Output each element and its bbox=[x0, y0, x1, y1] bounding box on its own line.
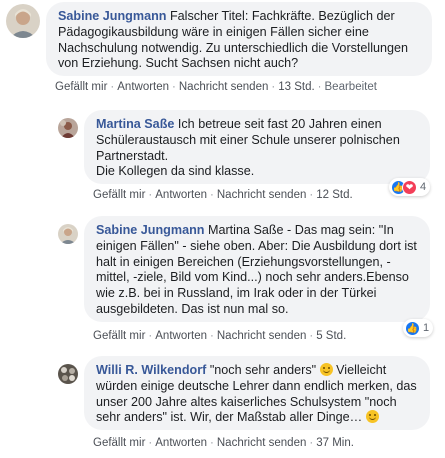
comment-actions: Gefällt mir · Antworten · Nachricht senden · 5… bbox=[93, 330, 347, 342]
comment-actions: Gefällt mir · Antworten · Nachricht senden · 1… bbox=[93, 189, 353, 201]
like-link[interactable]: Gefällt mir bbox=[93, 330, 145, 342]
comment-bubble: Willi R. Wilkendorf "noch sehr anders" V… bbox=[84, 356, 430, 430]
reaction-count: 1 bbox=[423, 322, 430, 334]
reply-link[interactable]: Antworten bbox=[155, 437, 207, 449]
like-link[interactable]: Gefällt mir bbox=[93, 437, 145, 449]
comment-bubble: Martina Saße Ich betreue seit fast 20 Ja… bbox=[84, 110, 430, 184]
comment-author[interactable]: Sabine Jungmann bbox=[58, 9, 166, 23]
timestamp[interactable]: 37 Min. bbox=[316, 437, 354, 449]
comment-actions: Gefällt mir · Antworten · Nachricht senden · 3… bbox=[93, 437, 354, 449]
comment-actions: Gefällt mir · Antworten · Nachricht senden · 1… bbox=[55, 81, 377, 93]
reply-link[interactable]: Antworten bbox=[155, 330, 207, 342]
comment-text: Die Kollegen da sind klasse. bbox=[96, 164, 255, 179]
timestamp[interactable]: 13 Std. bbox=[278, 81, 314, 93]
smiley-emoji bbox=[365, 410, 379, 424]
reaction-summary[interactable]: 👍 ❤ 4 bbox=[389, 178, 431, 196]
reaction-summary[interactable]: 👍 1 bbox=[403, 319, 434, 337]
comment-author[interactable]: Willi R. Wilkendorf bbox=[96, 363, 206, 377]
avatar[interactable] bbox=[58, 364, 78, 384]
send-message-link[interactable]: Nachricht senden bbox=[179, 81, 269, 93]
reply-link[interactable]: Antworten bbox=[155, 189, 207, 201]
edited-label: Bearbeitet bbox=[324, 81, 377, 93]
send-message-link[interactable]: Nachricht senden bbox=[217, 437, 307, 449]
send-message-link[interactable]: Nachricht senden bbox=[217, 330, 307, 342]
comment-text: "noch sehr anders" bbox=[209, 363, 317, 377]
reply-link[interactable]: Antworten bbox=[117, 81, 169, 93]
timestamp[interactable]: 12 Std. bbox=[316, 189, 352, 201]
comment-author[interactable]: Martina Saße bbox=[96, 117, 174, 131]
like-link[interactable]: Gefällt mir bbox=[55, 81, 107, 93]
love-icon: ❤ bbox=[402, 179, 417, 195]
avatar[interactable] bbox=[6, 4, 40, 38]
comment-author[interactable]: Sabine Jungmann bbox=[96, 223, 204, 237]
avatar[interactable] bbox=[58, 118, 78, 138]
comment-bubble: Sabine Jungmann Martina Saße - Das mag s… bbox=[84, 216, 430, 322]
send-message-link[interactable]: Nachricht senden bbox=[217, 189, 307, 201]
avatar[interactable] bbox=[58, 224, 78, 244]
like-icon: 👍 bbox=[405, 320, 420, 336]
reaction-count: 4 bbox=[420, 181, 427, 193]
like-link[interactable]: Gefällt mir bbox=[93, 189, 145, 201]
smiley-emoji bbox=[319, 363, 333, 376]
timestamp[interactable]: 5 Std. bbox=[316, 330, 346, 342]
comment-bubble: Sabine Jungmann Falscher Titel: Fachkräf… bbox=[46, 2, 432, 76]
